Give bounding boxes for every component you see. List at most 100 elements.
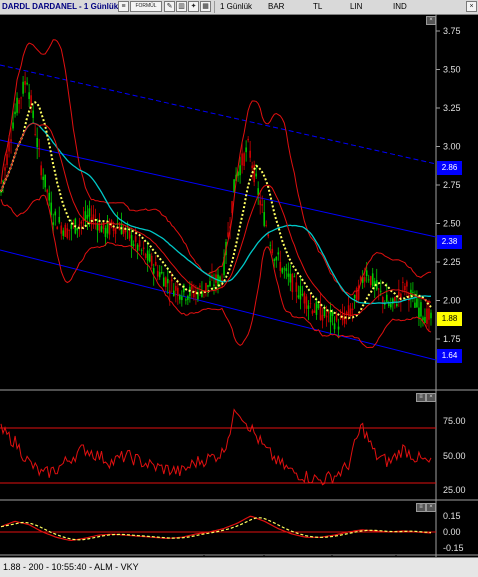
candle-body — [377, 288, 380, 290]
candle-body — [277, 252, 280, 255]
candle-body — [54, 211, 57, 216]
candle-body — [369, 276, 372, 285]
candle-body — [148, 253, 151, 262]
candle-body — [8, 142, 10, 152]
candle-body — [321, 314, 324, 321]
candle-body — [402, 281, 404, 283]
candle-body — [168, 290, 171, 294]
channel-lower-line[interactable] — [0, 249, 437, 361]
candle-body — [32, 110, 34, 118]
candle-body — [92, 214, 95, 220]
candle-body — [134, 236, 137, 242]
candle-body — [98, 221, 101, 231]
candle-body — [142, 247, 145, 250]
candle-body — [170, 279, 173, 282]
candle-body — [207, 285, 209, 288]
candle-body — [78, 224, 81, 226]
candle-body — [16, 97, 18, 113]
candle-body — [267, 234, 270, 237]
candle-body — [213, 284, 215, 287]
candle-body — [416, 298, 418, 308]
candle-body — [424, 316, 426, 324]
candle-body — [313, 310, 316, 313]
candle-body — [428, 308, 430, 320]
candle-body — [245, 147, 247, 153]
macd-signal-line — [0, 517, 432, 541]
candle-body — [408, 294, 410, 302]
candle-body — [68, 229, 71, 231]
price-tag: 1.64 — [437, 348, 462, 363]
candle-body — [365, 270, 368, 277]
price-tick-label: 3.00 — [443, 142, 461, 152]
candle-body — [394, 296, 396, 302]
candle-body — [146, 250, 149, 261]
price-pane-close-icon[interactable]: × — [426, 16, 436, 25]
candle-body — [273, 259, 276, 261]
candle-body — [181, 296, 183, 301]
candle-body — [154, 261, 157, 266]
candle-body — [191, 285, 193, 290]
candle-body — [285, 268, 288, 272]
candle-body — [34, 134, 36, 136]
candle-body — [50, 202, 53, 215]
rsi-pane-close-icon[interactable]: × — [426, 393, 436, 402]
candle-body — [349, 308, 352, 316]
candle-body — [327, 311, 330, 314]
candle-body — [136, 244, 139, 251]
candle-body — [179, 295, 181, 300]
chart-canvas[interactable]: 3.75 3.50 3.25 3.00 2.75 2.50 2.25 2.00 1.75 75.0… — [0, 0, 478, 576]
macd-pane-close-icon[interactable]: × — [426, 503, 436, 512]
macd-pane-settings-icon[interactable]: ≡ — [416, 503, 426, 512]
candle-body — [379, 290, 382, 292]
candle-body — [193, 293, 195, 298]
candle-body — [291, 274, 294, 293]
candle-body — [295, 282, 298, 292]
candle-body — [257, 188, 259, 195]
candle-body — [185, 299, 187, 301]
candle-body — [315, 301, 318, 315]
price-tick-label: 3.50 — [443, 65, 461, 75]
candle-body — [166, 278, 169, 284]
candle-body — [414, 302, 416, 308]
candle-body — [144, 253, 147, 259]
candle-body — [247, 138, 249, 141]
candle-body — [88, 208, 91, 217]
candle-body — [243, 153, 245, 166]
candle-body — [301, 294, 304, 296]
price-tag: 2.38 — [437, 234, 462, 249]
price-tick-label: 3.75 — [443, 26, 461, 36]
candle-body — [390, 304, 392, 308]
candle-body — [347, 305, 350, 315]
candle-body — [367, 279, 370, 281]
macd-line — [0, 515, 432, 542]
candle-body — [371, 273, 374, 287]
price-tick-label: 2.25 — [443, 257, 461, 267]
candle-body — [80, 221, 83, 224]
candle-body — [12, 122, 14, 129]
channel-middle-line[interactable] — [0, 139, 437, 238]
candle-body — [114, 228, 117, 234]
candle-body — [259, 200, 261, 206]
candle-body — [64, 224, 67, 237]
candle-body — [329, 310, 332, 323]
candle-body — [140, 249, 143, 251]
rsi-tick-label: 25.00 — [443, 485, 466, 495]
candle-body — [28, 92, 30, 100]
rsi-line — [0, 408, 432, 486]
candle-body — [52, 222, 55, 225]
candle-body — [269, 244, 272, 246]
candle-body — [263, 212, 266, 226]
candle-body — [152, 268, 155, 274]
candle-body — [239, 165, 241, 176]
candle-body — [307, 305, 310, 309]
candle-body — [406, 281, 408, 287]
candle-body — [289, 273, 292, 283]
status-text: 1.88 - 200 - 10:55:40 - ALM - VKY — [3, 562, 139, 572]
rsi-pane-settings-icon[interactable]: ≡ — [416, 393, 426, 402]
channel-upper-line[interactable] — [0, 64, 437, 165]
candle-body — [293, 276, 296, 278]
candle-body — [40, 165, 42, 176]
status-bar: 1.88 - 200 - 10:55:40 - ALM - VKY — [0, 557, 478, 577]
price-tick-label: 2.75 — [443, 180, 461, 190]
rsi-tick-label: 75.00 — [443, 416, 466, 426]
